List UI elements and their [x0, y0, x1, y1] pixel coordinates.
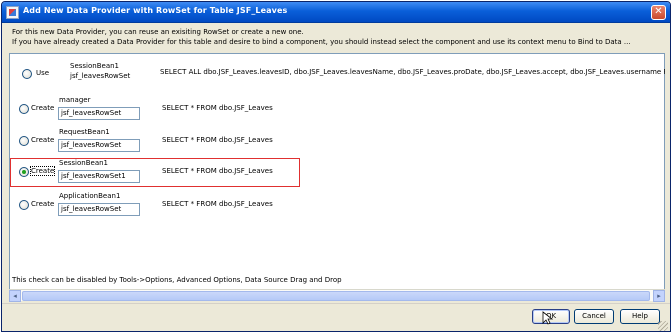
close-button[interactable]: ✕ — [651, 5, 666, 20]
scroll-thumb[interactable] — [22, 291, 650, 301]
sql-text: SELECT * FROM dbo.JSF_Leaves — [162, 200, 273, 208]
sql-text: SELECT * FROM dbo.JSF_Leaves — [162, 104, 273, 112]
option-row-use: Use SessionBean1 jsf_leavesRowSet SELECT… — [10, 62, 665, 86]
radio-label-use: Use — [36, 69, 50, 77]
window-title: Add New Data Provider with RowSet for Ta… — [23, 6, 288, 15]
instructions-line-1: For this new Data Provider, you can reus… — [12, 28, 304, 36]
sql-text: SELECT * FROM dbo.JSF_Leaves — [162, 136, 273, 144]
option-row-manager: Create manager jsf_leavesRowSet SELECT *… — [10, 96, 664, 122]
cancel-button[interactable]: Cancel — [574, 309, 614, 324]
scroll-right-icon[interactable]: ▸ — [653, 290, 665, 302]
rowset-name: jsf_leavesRowSet — [70, 72, 131, 80]
title-bar[interactable]: Add New Data Provider with RowSet for Ta… — [2, 2, 670, 23]
resize-grip-icon[interactable] — [658, 321, 668, 331]
option-row-applicationbean: Create ApplicationBean1 jsf_leavesRowSet… — [10, 192, 664, 218]
mouse-cursor-icon — [542, 311, 554, 325]
scope-label: RequestBean1 — [59, 128, 110, 136]
rowset-name-input[interactable]: jsf_leavesRowSet — [58, 203, 140, 216]
scope-label: SessionBean1 — [70, 62, 119, 70]
scroll-left-icon[interactable]: ◂ — [9, 290, 21, 302]
rowset-name-input[interactable]: jsf_leavesRowSet — [58, 139, 140, 152]
option-row-requestbean: Create RequestBean1 jsf_leavesRowSet SEL… — [10, 128, 664, 154]
options-panel: Use SessionBean1 jsf_leavesRowSet SELECT… — [9, 53, 665, 297]
rowset-name-input[interactable]: jsf_leavesRowSet — [58, 107, 140, 120]
scope-label: ApplicationBean1 — [59, 192, 121, 200]
status-note: This check can be disabled by Tools->Opt… — [12, 276, 342, 284]
horizontal-scrollbar[interactable]: ◂ ▸ — [9, 289, 665, 302]
selection-highlight-box — [10, 158, 300, 187]
instructions: For this new Data Provider, you can reus… — [12, 27, 662, 47]
radio-create-manager[interactable] — [19, 104, 29, 114]
radio-label-create: Create — [31, 200, 55, 208]
scope-label: manager — [59, 96, 91, 104]
radio-label-create: Create — [31, 104, 55, 112]
dialog-window: Add New Data Provider with RowSet for Ta… — [1, 1, 671, 332]
radio-use[interactable] — [22, 69, 32, 79]
sql-text: SELECT ALL dbo.JSF_Leaves.leavesID, dbo.… — [160, 68, 665, 76]
radio-create-requestbean[interactable] — [19, 136, 29, 146]
button-bar: OK Cancel Help — [2, 303, 670, 331]
radio-create-applicationbean[interactable] — [19, 200, 29, 210]
app-icon — [6, 6, 19, 19]
instructions-line-2: If you have already created a Data Provi… — [12, 38, 631, 46]
radio-label-create: Create — [31, 136, 55, 144]
help-button[interactable]: Help — [620, 309, 660, 324]
